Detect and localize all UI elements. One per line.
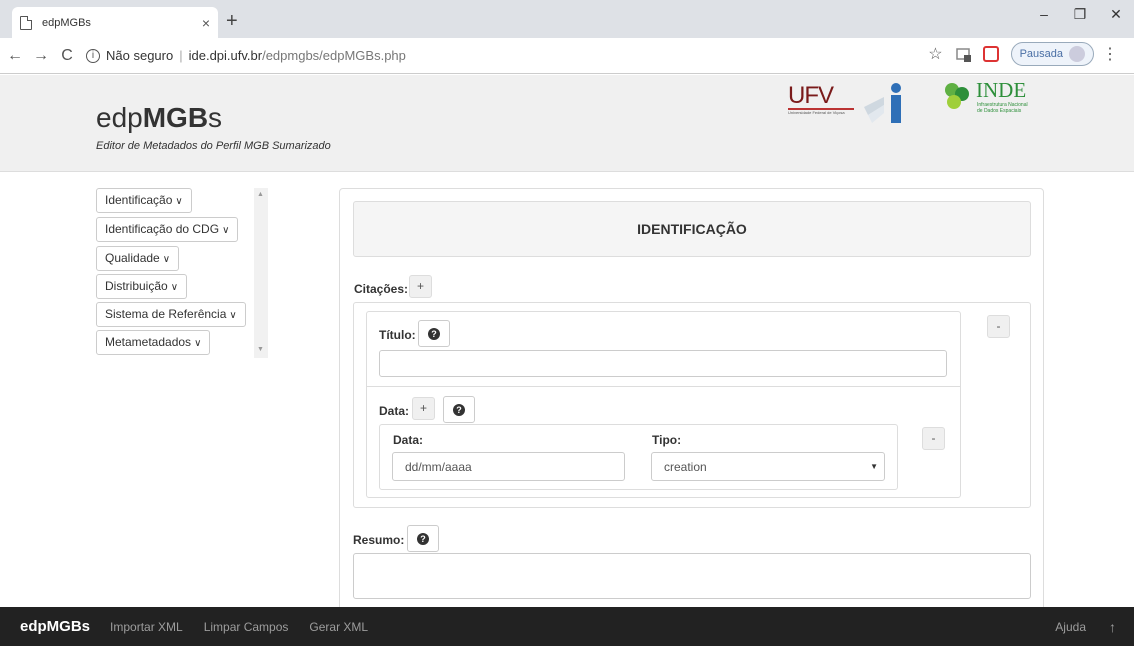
question-icon: ?: [453, 403, 465, 416]
resumo-label: Resumo:: [353, 533, 405, 547]
close-window-button[interactable]: ✕: [1098, 6, 1134, 23]
extension-icon[interactable]: [955, 45, 973, 63]
bookmark-star-icon[interactable]: ☆: [928, 44, 942, 64]
sidebar-item-sistema-referencia[interactable]: Sistema de Referência ∨: [96, 302, 246, 327]
remove-citacao-button[interactable]: -: [987, 315, 1010, 338]
menu-icon[interactable]: ⋮: [1102, 44, 1118, 64]
footer-brand[interactable]: edpMGBs: [20, 618, 90, 635]
minimize-button[interactable]: –: [1026, 6, 1062, 23]
section-title: IDENTIFICAÇÃO: [353, 201, 1031, 257]
remove-data-button[interactable]: -: [922, 427, 945, 450]
chevron-down-icon: ∨: [194, 338, 202, 349]
tipo-select[interactable]: creation ▼: [651, 452, 885, 481]
forward-button[interactable]: →: [30, 47, 52, 65]
add-data-button[interactable]: +: [412, 397, 435, 420]
titulo-label: Título:: [379, 328, 416, 342]
url-host: ide.dpi.ufv.br: [188, 48, 263, 63]
help-link[interactable]: Ajuda: [1055, 620, 1086, 634]
chevron-down-icon: ∨: [229, 310, 237, 321]
ufv-logo: UFV Universidade Federal de Viçosa: [788, 82, 854, 122]
not-secure-label: Não seguro: [106, 48, 174, 63]
clear-fields-link[interactable]: Limpar Campos: [204, 620, 289, 634]
info-logo: [864, 83, 901, 123]
sidebar-item-qualidade[interactable]: Qualidade ∨: [96, 246, 180, 271]
generate-xml-link[interactable]: Gerar XML: [309, 620, 368, 634]
tab-title: edpMGBs: [42, 16, 91, 29]
tipo-selected-value: creation: [664, 460, 707, 474]
browser-tab[interactable]: edpMGBs ×: [12, 7, 218, 38]
chevron-down-icon: ∨: [175, 196, 183, 207]
profile-paused-button[interactable]: Pausada: [1010, 42, 1094, 66]
arrow-up-icon[interactable]: ↑: [1109, 619, 1116, 635]
sidebar-menu: Identificação ∨ Identificação do CDG ∨ Qua…: [96, 188, 268, 358]
site-subtitle: Editor de Metadados do Perfil MGB Sumari…: [96, 140, 331, 152]
new-tab-button[interactable]: +: [226, 11, 238, 31]
toolbar-right: ☆ Pausada ⋮: [920, 42, 1126, 66]
window-controls: – ❐ ✕: [1026, 6, 1134, 23]
browser-tab-strip: edpMGBs × + – ❐ ✕: [0, 0, 1134, 38]
browser-toolbar: ← → C i Não seguro | ide.dpi.ufv.br /edp…: [0, 38, 1134, 74]
question-icon: ?: [417, 532, 429, 545]
import-xml-link[interactable]: Importar XML: [110, 620, 183, 634]
pocket-extension-icon[interactable]: [982, 46, 999, 62]
data-help-button[interactable]: ?: [443, 396, 475, 423]
data-group-label: Data:: [379, 404, 410, 418]
sidebar-item-distribuicao[interactable]: Distribuição ∨: [96, 274, 188, 299]
sidebar-item-metametadados[interactable]: Metametadados ∨: [96, 330, 211, 355]
resumo-help-button[interactable]: ?: [407, 525, 439, 552]
reload-button[interactable]: C: [56, 47, 78, 65]
inde-logo: INDE Infraestrutura Nacional de Dados Esp…: [942, 78, 1042, 124]
sidebar-item-identificacao-cdg[interactable]: Identificação do CDG ∨: [96, 217, 239, 242]
tipo-label: Tipo:: [652, 433, 682, 447]
sidebar-scrollbar[interactable]: ▲ ▼: [254, 188, 268, 358]
tab-close-icon[interactable]: ×: [202, 15, 210, 31]
chevron-down-icon: ∨: [170, 282, 179, 293]
maximize-button[interactable]: ❐: [1062, 6, 1098, 23]
titulo-input[interactable]: [379, 350, 947, 377]
divider: [366, 386, 961, 387]
brand-title: edpMGBs: [96, 102, 223, 133]
site-header: edpMGBs Editor de Metadados do Perfil MG…: [0, 75, 1134, 172]
add-citacao-button[interactable]: +: [409, 275, 432, 298]
url-separator: |: [179, 48, 183, 63]
back-button[interactable]: ←: [4, 47, 26, 65]
data-field-label: Data:: [393, 433, 424, 447]
footer-navbar: edpMGBs Importar XML Limpar Campos Gerar…: [0, 607, 1134, 646]
chevron-down-icon: ∨: [162, 254, 171, 265]
avatar: [1069, 46, 1085, 62]
address-bar[interactable]: i Não seguro | ide.dpi.ufv.br /edpmgbs/e…: [86, 42, 906, 70]
url-path: /edpmgbs/edpMGBs.php: [262, 48, 406, 63]
sidebar-item-identificacao[interactable]: Identificação ∨: [96, 188, 192, 213]
paused-label: Pausada: [1019, 48, 1063, 60]
page-icon: [20, 15, 32, 30]
scroll-up-icon[interactable]: ▲: [257, 191, 264, 198]
scroll-down-icon[interactable]: ▼: [257, 346, 264, 353]
citacoes-label: Citações:: [354, 282, 409, 296]
select-arrow-icon: ▼: [870, 462, 878, 471]
question-icon: ?: [428, 327, 440, 340]
info-icon[interactable]: i: [86, 48, 100, 63]
resumo-textarea[interactable]: [353, 553, 1031, 599]
data-input[interactable]: dd/mm/aaaa: [392, 452, 625, 481]
chevron-down-icon: ∨: [222, 225, 230, 236]
inde-leaf-icon: [945, 83, 969, 109]
titulo-help-button[interactable]: ?: [418, 320, 450, 347]
